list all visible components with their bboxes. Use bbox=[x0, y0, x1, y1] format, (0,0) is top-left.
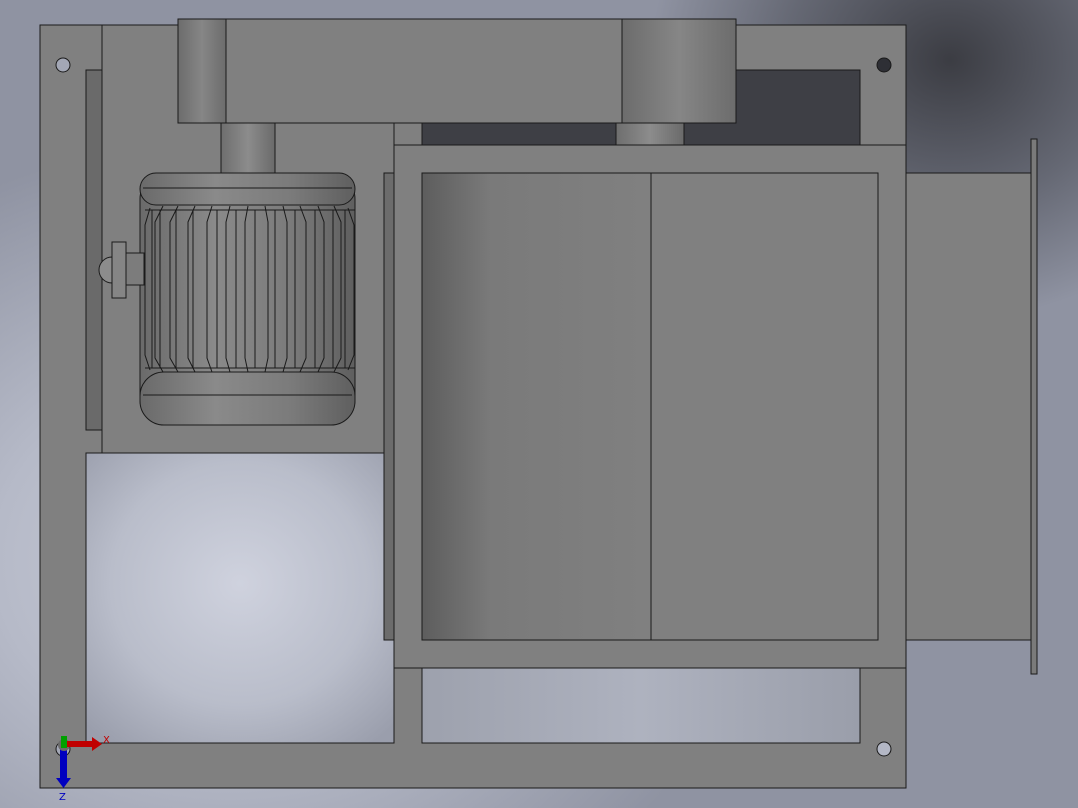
triad-y-axis bbox=[61, 736, 67, 748]
housing-door-right[interactable] bbox=[650, 172, 879, 641]
housing-door-left[interactable] bbox=[421, 172, 652, 641]
outlet-duct[interactable] bbox=[905, 138, 1038, 675]
graphics-viewport[interactable]: X Z bbox=[0, 0, 1078, 808]
belt-guard[interactable] bbox=[177, 18, 737, 124]
pulley-left bbox=[177, 18, 227, 124]
fan-shaft bbox=[615, 122, 685, 146]
outlet-flange bbox=[1030, 138, 1038, 675]
triad-z-label: Z bbox=[59, 792, 66, 803]
lower-left-opening bbox=[85, 452, 395, 744]
motor-shaft bbox=[220, 122, 276, 176]
mounting-hole-top-right bbox=[876, 57, 892, 73]
pulley-right bbox=[621, 18, 737, 124]
triad-z-axis bbox=[60, 748, 67, 778]
divider-strip bbox=[383, 172, 395, 641]
lower-center-opening bbox=[421, 667, 861, 744]
model-view[interactable]: X Z bbox=[0, 0, 1078, 808]
fan-housing[interactable] bbox=[393, 144, 907, 669]
mounting-hole-bottom-right bbox=[876, 741, 892, 757]
triad-x-axis bbox=[66, 741, 92, 747]
mounting-hole-top-left bbox=[55, 57, 71, 73]
triad-x-label: X bbox=[103, 735, 110, 746]
